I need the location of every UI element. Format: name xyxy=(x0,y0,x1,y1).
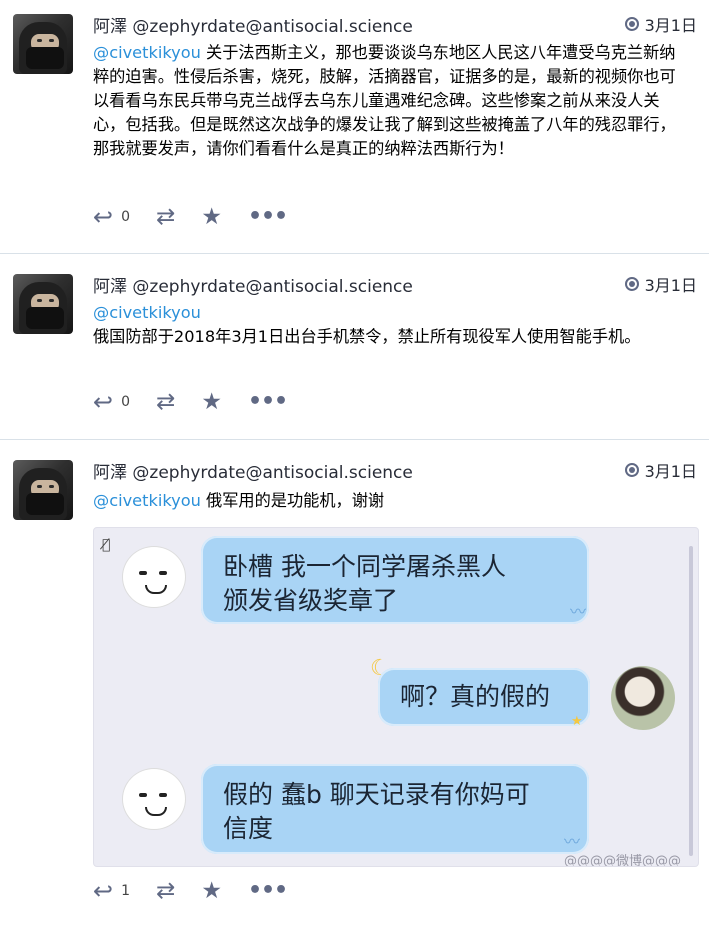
globe-icon xyxy=(624,17,639,31)
wave-decoration: 〰 xyxy=(564,832,581,851)
reply-count: 0 xyxy=(121,394,131,410)
meme-face-image xyxy=(122,768,186,830)
status-content: @civetkikyou 俄军用的是功能机，谢谢 xyxy=(93,489,691,513)
action-bar: ↩ 1 ⇄ ★ ••• xyxy=(93,877,313,905)
globe-icon xyxy=(624,463,639,477)
avatar[interactable] xyxy=(13,14,73,74)
display-name[interactable]: 阿澤 xyxy=(93,17,127,37)
chat-bubble-1-line1: 卧槽 我一个同学屠杀黑人 xyxy=(223,552,506,581)
reply-count: 1 xyxy=(121,883,131,899)
boost-icon: ⇄ xyxy=(156,204,176,230)
chat-bubble-2-text: 啊？真的假的 xyxy=(400,682,551,711)
action-bar: ↩ 0 ⇄ ★ ••• xyxy=(93,203,313,231)
account-handle[interactable]: @zephyrdate@antisocial.science xyxy=(132,463,412,483)
boost-button[interactable]: ⇄ xyxy=(156,389,176,415)
favourite-button[interactable]: ★ xyxy=(201,389,222,415)
reply-button[interactable]: ↩ 0 xyxy=(93,388,131,416)
status-time[interactable]: 3月1日 xyxy=(624,272,697,296)
chat-bubble-2: 啊？真的假的 xyxy=(378,668,590,726)
mention-link[interactable]: @civetkikyou xyxy=(93,491,201,510)
boost-icon: ⇄ xyxy=(156,389,176,415)
more-button[interactable]: ••• xyxy=(247,389,288,414)
media-attachment[interactable]: 👁̸ 卧槽 我一个同学屠杀黑人 颁发省级奖章了 〰 ☾ 啊？真的假的 ★ 假的 … xyxy=(93,527,699,867)
wave-decoration: 〰 xyxy=(570,602,587,621)
status-content: @civetkikyou 关于法西斯主义，那也要谈谈乌东地区人民这八年遭受乌克兰… xyxy=(93,41,691,161)
star-icon: ★ xyxy=(201,204,222,230)
status-content: @civetkikyou 俄国防部于2018年3月1日出台手机禁令，禁止所有现役… xyxy=(93,301,691,349)
chat-avatar-image xyxy=(611,666,675,730)
image-scrollbar xyxy=(689,546,693,856)
status-2[interactable]: 阿澤 @zephyrdate@antisocial.science 3月1日 @… xyxy=(0,254,709,440)
display-name[interactable]: 阿澤 xyxy=(93,463,127,483)
avatar[interactable] xyxy=(13,460,73,520)
timestamp[interactable]: 3月1日 xyxy=(645,272,697,296)
eye-slash-icon[interactable]: 👁̸ xyxy=(102,537,110,553)
mention-link[interactable]: @civetkikyou xyxy=(93,43,201,62)
account-handle[interactable]: @zephyrdate@antisocial.science xyxy=(132,277,412,297)
status-time[interactable]: 3月1日 xyxy=(624,12,697,36)
more-icon: ••• xyxy=(247,878,288,903)
reply-count: 0 xyxy=(121,209,131,225)
more-button[interactable]: ••• xyxy=(247,878,288,903)
status-1[interactable]: 阿澤 @zephyrdate@antisocial.science 3月1日 @… xyxy=(0,0,709,254)
mention-link[interactable]: @civetkikyou xyxy=(93,303,201,322)
reply-icon: ↩ xyxy=(93,203,114,231)
favourite-button[interactable]: ★ xyxy=(201,204,222,230)
status-header: 阿澤 @zephyrdate@antisocial.science xyxy=(93,12,413,37)
display-name[interactable]: 阿澤 xyxy=(93,277,127,297)
globe-icon xyxy=(624,277,639,291)
chat-bubble-3-line1: 假的 蠢b 聊天记录有你妈可 xyxy=(223,780,530,809)
timestamp[interactable]: 3月1日 xyxy=(645,458,697,482)
chat-bubble-3: 假的 蠢b 聊天记录有你妈可 信度 xyxy=(201,764,589,854)
chat-bubble-1-line2: 颁发省级奖章了 xyxy=(223,586,399,615)
more-icon: ••• xyxy=(247,389,288,414)
status-3[interactable]: 阿澤 @zephyrdate@antisocial.science 3月1日 @… xyxy=(0,440,709,925)
more-button[interactable]: ••• xyxy=(247,204,288,229)
timestamp[interactable]: 3月1日 xyxy=(645,12,697,36)
chat-bubble-1: 卧槽 我一个同学屠杀黑人 颁发省级奖章了 xyxy=(201,536,589,624)
status-text: 俄军用的是功能机，谢谢 xyxy=(200,491,385,510)
status-header: 阿澤 @zephyrdate@antisocial.science xyxy=(93,272,413,297)
chat-bubble-3-line2: 信度 xyxy=(223,814,274,843)
reply-button[interactable]: ↩ 0 xyxy=(93,203,131,231)
reply-button[interactable]: ↩ 1 xyxy=(93,877,131,905)
weibo-watermark: @@@@微博@@@ xyxy=(564,854,682,867)
reply-icon: ↩ xyxy=(93,388,114,416)
reply-icon: ↩ xyxy=(93,877,114,905)
account-handle[interactable]: @zephyrdate@antisocial.science xyxy=(132,17,412,37)
more-icon: ••• xyxy=(247,204,288,229)
meme-face-image xyxy=(122,546,186,608)
boost-button[interactable]: ⇄ xyxy=(156,878,176,904)
boost-button[interactable]: ⇄ xyxy=(156,204,176,230)
star-icon: ★ xyxy=(201,878,222,904)
status-time[interactable]: 3月1日 xyxy=(624,458,697,482)
favourite-button[interactable]: ★ xyxy=(201,878,222,904)
star-icon: ★ xyxy=(201,389,222,415)
star-decoration: ★ xyxy=(571,714,583,729)
boost-icon: ⇄ xyxy=(156,878,176,904)
action-bar: ↩ 0 ⇄ ★ ••• xyxy=(93,388,313,416)
status-header: 阿澤 @zephyrdate@antisocial.science xyxy=(93,458,413,483)
status-text: 俄国防部于2018年3月1日出台手机禁令，禁止所有现役军人使用智能手机。 xyxy=(93,327,641,346)
avatar[interactable] xyxy=(13,274,73,334)
